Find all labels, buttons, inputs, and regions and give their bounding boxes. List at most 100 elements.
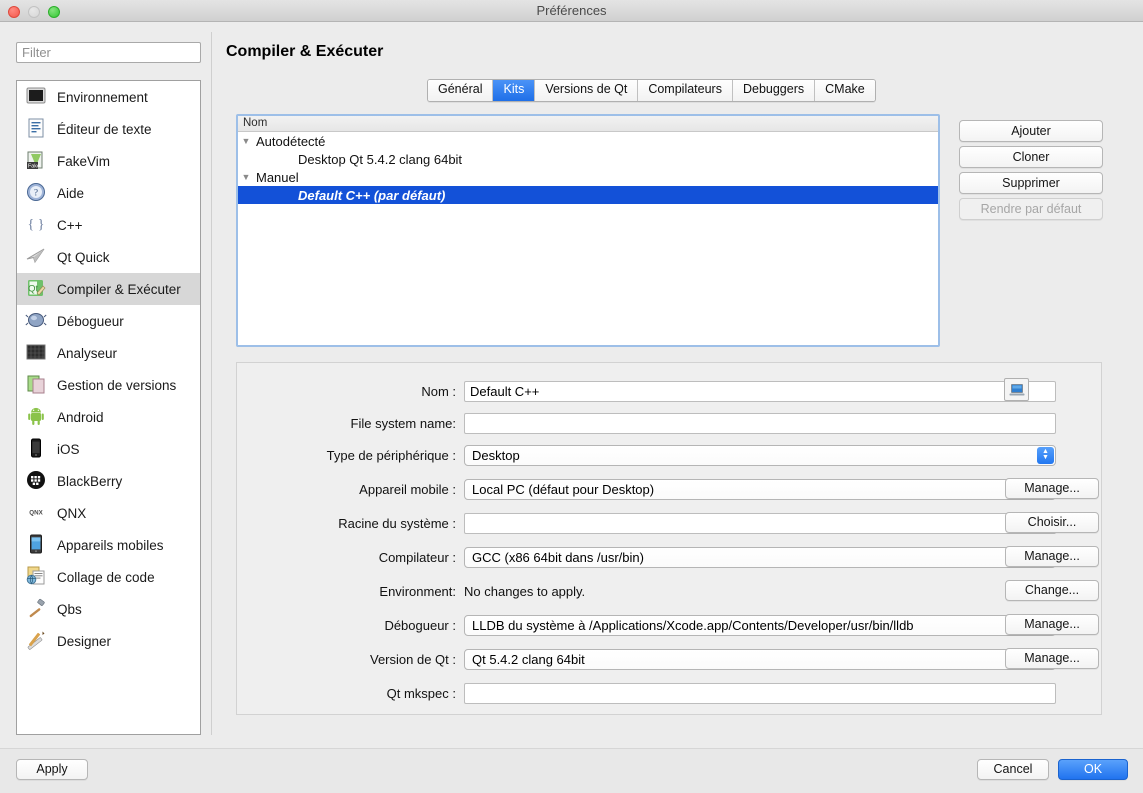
sidebar-item-compiler-ex-cuter[interactable]: Qt Compiler & Exécuter [17,273,200,305]
sidebar-item-label: BlackBerry [57,473,123,489]
kit-tree-row[interactable]: ▼ Manuel [238,168,938,186]
d-bogueur-select-value: LLDB du système à /Applications/Xcode.ap… [472,617,914,633]
build-run-icon: Qt [25,277,49,301]
form-row-label: Nom : [421,383,456,399]
sidebar-item-collage-de-code[interactable]: Collage de code [17,561,200,593]
form-row-label: Débogueur : [384,617,456,633]
settings-category-list[interactable]: Environnement Éditeur de texte Fake FakeVim… [16,80,201,735]
sidebar-item-label: Environnement [57,89,148,105]
chevron-down-icon[interactable]: ▼ [238,172,254,182]
kit-tree-row-label: Autodétecté [256,133,326,149]
form-row: Type de périphérique : Desktop ▲ ▼ [237,443,1103,467]
sidebar-item-qbs[interactable]: Qbs [17,593,200,625]
racine-du-syst-me-input[interactable] [464,512,1056,534]
environment-icon [25,85,49,109]
help-icon: ? [25,181,49,205]
compilateur-manage-button[interactable]: Manage... [1005,546,1099,567]
sidebar-item-qnx[interactable]: QNX QNX [17,497,200,529]
sidebar-item-label: QNX [57,505,87,521]
d-bogueur-manage-button[interactable]: Manage... [1005,614,1099,635]
sidebar-item-designer[interactable]: Designer [17,625,200,657]
environment-change-button[interactable]: Change... [1005,580,1099,601]
cpp-icon: { } [25,213,49,237]
title-bar: Préférences [0,0,1143,22]
sidebar-item-label: Android [57,409,104,425]
tab-bar[interactable]: Général Kits Versions de Qt Compilateurs Deb… [427,79,876,102]
form-row-label: Type de périphérique : [326,447,456,463]
apply-button[interactable]: Apply [16,759,88,780]
racine-du-syst-me-choisir-button[interactable]: Choisir... [1005,512,1099,533]
compilateur-select[interactable]: GCC (x86 64bit dans /usr/bin)▲▼ [464,546,1056,568]
cancel-button[interactable]: Cancel [977,759,1049,780]
add-kit-button[interactable]: Ajouter [959,120,1103,142]
tab-versions-de-qt[interactable]: Versions de Qt [535,80,639,101]
kit-tree-row[interactable]: Desktop Qt 5.4.2 clang 64bit [238,150,938,168]
d-bogueur-select[interactable]: LLDB du système à /Applications/Xcode.ap… [464,614,1056,636]
sidebar-item-qt-quick[interactable]: Qt Quick [17,241,200,273]
file-system-name-input[interactable] [464,412,1056,434]
device-icon-button[interactable] [1004,378,1029,401]
tab-cmake[interactable]: CMake [815,80,875,101]
type-de-p-riph-rique-select-value: Desktop [472,447,520,463]
sidebar-item-d-bogueur[interactable]: Débogueur [17,305,200,337]
form-row: Débogueur : LLDB du système à /Applicatio… [237,613,1103,637]
debugger-icon [25,309,49,333]
form-row-label: Appareil mobile : [359,481,456,497]
svg-text:{ }: { } [28,218,45,233]
chevron-updown-icon[interactable]: ▲▼ [1037,446,1054,464]
appareil-mobile-manage-button[interactable]: Manage... [1005,478,1099,499]
filter-input[interactable] [16,42,201,63]
sidebar-item-label: Gestion de versions [57,377,177,393]
analyzer-icon [25,341,49,365]
sidebar-item-blackberry[interactable]: BlackBerry [17,465,200,497]
form-row: Nom : Default C++ [237,379,1103,403]
sidebar-item-appareils-mobiles[interactable]: Appareils mobiles [17,529,200,561]
sidebar-item-environnement[interactable]: Environnement [17,81,200,113]
sidebar-item-ios[interactable]: iOS [17,433,200,465]
form-row: Compilateur : GCC (x86 64bit dans /usr/bi… [237,545,1103,569]
appareil-mobile-select-value: Local PC (défaut pour Desktop) [472,481,655,497]
sidebar-item-label: Appareils mobiles [57,537,164,553]
sidebar-item-fakevim[interactable]: Fake FakeVim [17,145,200,177]
sidebar-item-android[interactable]: Android [17,401,200,433]
kit-tree-row[interactable]: Default C++ (par défaut) [238,186,938,204]
code-pasting-icon [25,565,49,589]
form-row: Qt mkspec : [237,681,1103,705]
fakevim-icon: Fake [25,149,49,173]
version-de-qt-manage-button[interactable]: Manage... [1005,648,1099,669]
nom-input[interactable]: Default C++ [464,380,1056,402]
ok-button[interactable]: OK [1058,759,1128,780]
page-title: Compiler & Exécuter [226,43,384,60]
sidebar-item-aide[interactable]: ? Aide [17,177,200,209]
clone-kit-button[interactable]: Cloner [959,146,1103,168]
sidebar-item-label: C++ [57,217,83,233]
sidebar-item-diteur-de-texte[interactable]: Éditeur de texte [17,113,200,145]
qt-mkspec-input[interactable] [464,682,1056,704]
version-de-qt-select-value: Qt 5.4.2 clang 64bit [472,651,585,667]
chevron-down-icon[interactable]: ▼ [238,136,254,146]
form-row-label: Compilateur : [378,549,456,565]
tab-kits[interactable]: Kits [493,80,536,101]
form-row-label: File system name: [350,415,456,431]
dialog-footer [0,748,1143,793]
appareil-mobile-select[interactable]: Local PC (défaut pour Desktop)▲▼ [464,478,1056,500]
tab-debuggers[interactable]: Debuggers [732,80,816,101]
sidebar-item-analyseur[interactable]: Analyseur [17,337,200,369]
tab-g-n-ral[interactable]: Général [428,80,494,101]
form-row: Version de Qt : Qt 5.4.2 clang 64bit▲▼Man… [237,647,1103,671]
kit-tree-row-label: Manuel [256,169,299,185]
kit-tree-rows[interactable]: ▼ Autodétecté Desktop Qt 5.4.2 clang 64bit… [238,132,938,204]
type-de-p-riph-rique-select[interactable]: Desktop ▲ ▼ [464,444,1056,466]
delete-kit-button[interactable]: Supprimer [959,172,1103,194]
qt-quick-icon [25,245,49,269]
version-de-qt-select[interactable]: Qt 5.4.2 clang 64bit▲▼ [464,648,1056,670]
text-editor-icon [25,117,49,141]
sidebar-item-gestion-de-versions[interactable]: Gestion de versions [17,369,200,401]
sidebar-item-c[interactable]: { } C++ [17,209,200,241]
sidebar-item-label: Analyseur [57,345,118,361]
tab-compilateurs[interactable]: Compilateurs [638,80,733,101]
sidebar-item-label: iOS [57,441,80,457]
window-title: Préférences [536,3,607,18]
kit-tree-row[interactable]: ▼ Autodétecté [238,132,938,150]
kit-tree[interactable]: Nom ▼ Autodétecté Desktop Qt 5.4.2 clang 6… [236,114,940,347]
